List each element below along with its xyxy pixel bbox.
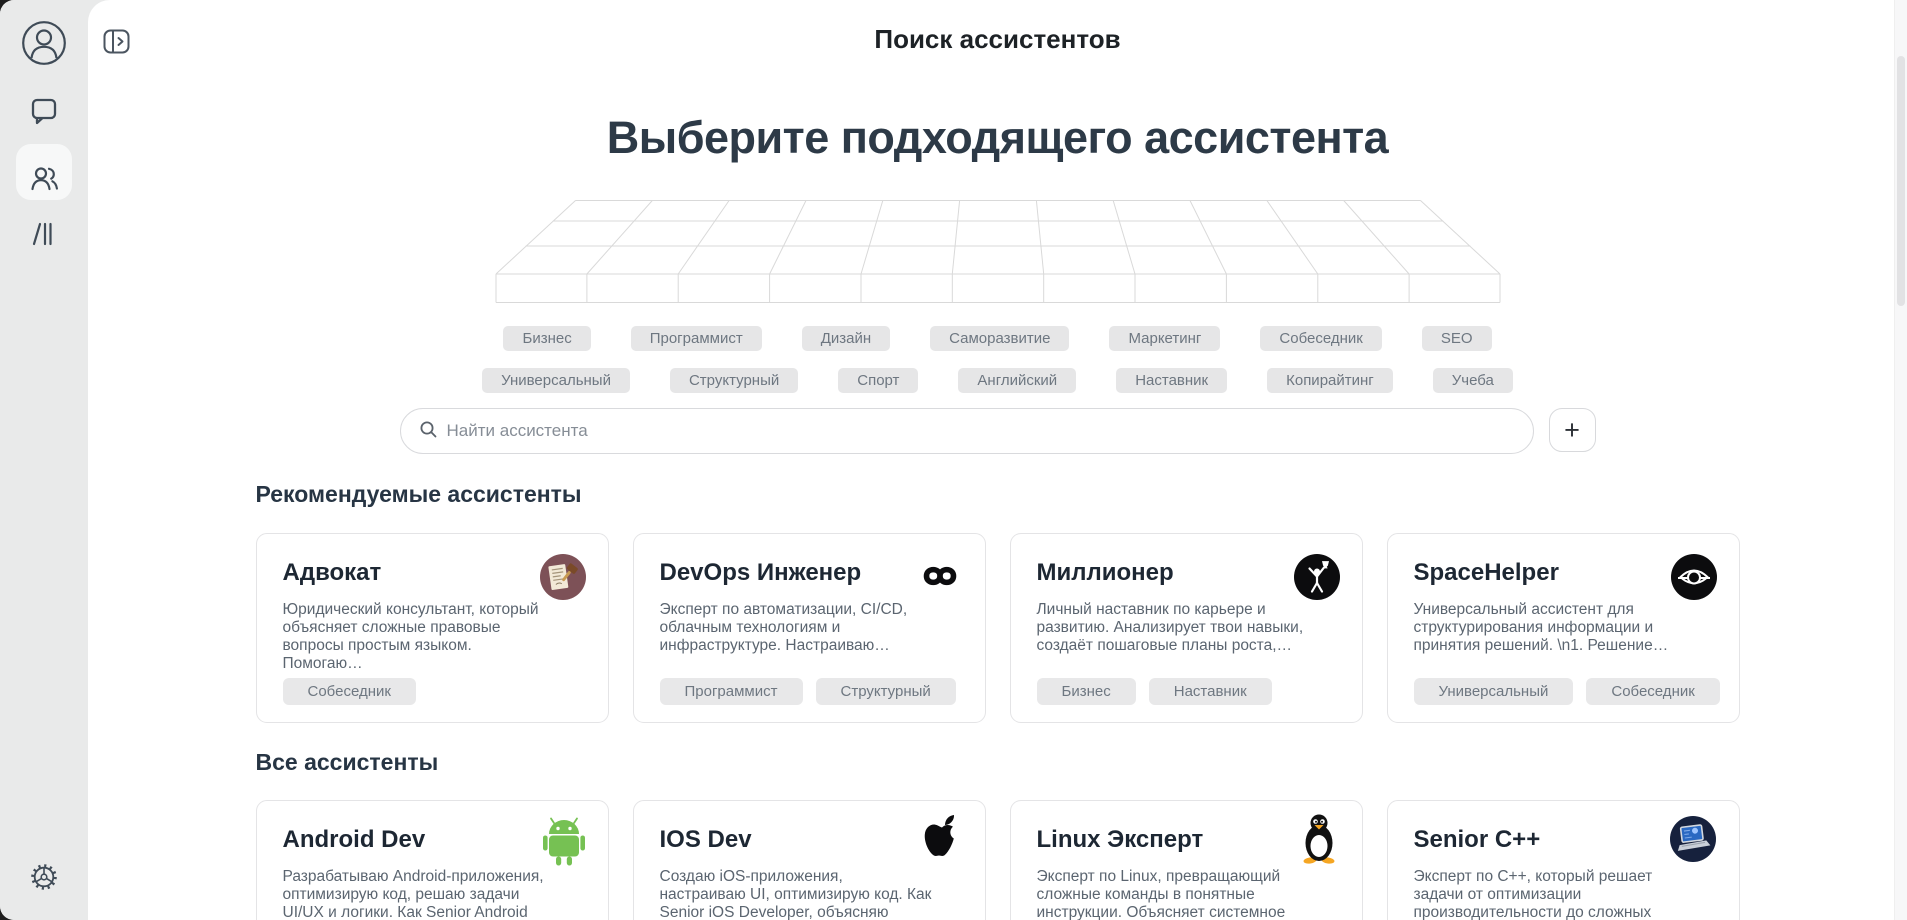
filter-chip-copywriting[interactable]: Копирайтинг [1267,368,1393,393]
trophy-winner-avatar [1294,554,1340,605]
card-description: Эксперт по автоматизации, CI/CD, облачны… [660,601,932,655]
card-title: Linux Эксперт [1037,825,1336,855]
card-description: Эксперт по C++, который решает задачи от… [1414,868,1686,920]
card-tag: Наставник [1149,678,1272,705]
card-description: Универсальный ассистент для структуриров… [1414,601,1686,655]
card-title: SpaceHelper [1414,558,1713,588]
filter-chip-sport[interactable]: Спорт [838,368,918,393]
assistants-people-icon [16,162,72,194]
filter-chips-row-1: Бизнес Программист Дизайн Саморазвитие М… [88,326,1907,351]
card-tag: Собеседник [1586,678,1719,705]
card-tag: Программист [660,678,803,705]
filter-chip-design[interactable]: Дизайн [802,326,890,351]
card-title: Миллионер [1037,558,1336,588]
assistant-card-millioner[interactable]: Миллионер [1010,533,1363,723]
filter-chip-conversationalist[interactable]: Собеседник [1260,326,1381,351]
card-title: Android Dev [283,825,582,855]
law-document-gavel-avatar [540,554,586,605]
apple-logo-icon [921,813,963,868]
card-tag: Структурный [816,678,956,705]
card-description: Разрабатываю Android-приложения, оптимиз… [283,868,555,920]
scrollbar-thumb[interactable] [1897,56,1905,306]
card-tag: Собеседник [283,678,416,705]
sidebar [0,0,88,920]
usage-bars-icon [28,218,60,250]
section-title-all: Все ассистенты [256,749,439,776]
all-cards: Android Dev Разрабатываю Android-пр [256,800,1740,920]
filter-chip-marketing[interactable]: Маркетинг [1109,326,1220,351]
filter-chip-seo[interactable]: SEO [1422,326,1492,351]
assistant-card-advokat[interactable]: Адвокат Юрид [256,533,609,723]
filter-chip-programmer[interactable]: Программист [631,326,762,351]
filter-chip-business[interactable]: Бизнес [503,326,590,351]
filter-chips-row-2: Универсальный Структурный Спорт Английск… [88,368,1907,393]
perspective-grid-graphic [495,200,1501,304]
sidebar-item-settings[interactable] [29,862,59,892]
card-description: Юридический консультант, который объясня… [283,601,555,673]
search-row: + [88,408,1907,454]
sidebar-item-usage[interactable] [28,218,60,250]
add-assistant-button[interactable]: + [1549,408,1596,452]
assistant-card-ios-dev[interactable]: IOS Dev Создаю iOS-приложения, настраива… [633,800,986,920]
card-title: DevOps Инженер [660,558,959,588]
filter-chip-self-development[interactable]: Саморазвитие [930,326,1069,351]
assistant-card-linux-expert[interactable]: Linux Эксперт Эксперт [1010,800,1363,920]
main-panel: Поиск ассистентов Выберите подходящего а… [88,0,1907,920]
devops-infinity-icon [917,562,963,595]
search-input[interactable] [447,421,1515,441]
card-tags: Универсальный Собеседник [1414,678,1720,705]
card-description: Личный наставник по карьере и развитию. … [1037,601,1309,655]
recommended-cards: Адвокат Юрид [256,533,1740,723]
card-description: Создаю iOS-приложения, настраиваю UI, оп… [660,868,932,920]
sidebar-item-chats[interactable] [28,94,60,126]
hero-heading: Выберите подходящего ассистента [88,114,1907,161]
card-tag: Универсальный [1414,678,1574,705]
scrollbar-track [1894,0,1907,920]
laptop-code-avatar [1669,815,1717,868]
filter-chip-english[interactable]: Английский [958,368,1076,393]
card-tag: Бизнес [1037,678,1136,705]
assistant-card-devops[interactable]: DevOps Инженер Эксперт по автоматизации,… [633,533,986,723]
sidebar-item-profile[interactable] [21,20,67,66]
card-tags: Программист Структурный [660,678,956,705]
assistant-card-senior-cpp[interactable]: Senior C++ Эксперт по C++, который реш [1387,800,1740,920]
app-window: Поиск ассистентов Выберите подходящего а… [0,0,1907,920]
card-tags: Бизнес Наставник [1037,678,1272,705]
sidebar-item-assistants[interactable] [16,144,72,200]
tux-penguin-icon [1298,813,1340,870]
assistant-card-spacehelper[interactable]: SpaceHelper Универсальный ассистент для … [1387,533,1740,723]
card-tags: Собеседник [283,678,416,705]
chat-bubble-icon [28,94,60,126]
search-icon [419,420,437,443]
settings-gear-icon [29,862,59,892]
search-bar [400,408,1534,454]
card-description: Эксперт по Linux, превращающий сложные к… [1037,868,1309,920]
android-robot-icon [542,815,586,872]
space-eye-avatar [1671,554,1717,605]
filter-chip-structural[interactable]: Структурный [670,368,798,393]
page-title: Поиск ассистентов [88,24,1907,55]
filter-chip-universal[interactable]: Универсальный [482,368,630,393]
profile-avatar-icon [21,20,67,66]
assistant-card-android-dev[interactable]: Android Dev Разрабатываю Android-пр [256,800,609,920]
card-title: Адвокат [283,558,582,588]
filter-chip-study[interactable]: Учеба [1433,368,1513,393]
section-title-recommended: Рекомендуемые ассистенты [256,481,582,508]
filter-chip-mentor[interactable]: Наставник [1116,368,1227,393]
card-title: IOS Dev [660,825,959,855]
